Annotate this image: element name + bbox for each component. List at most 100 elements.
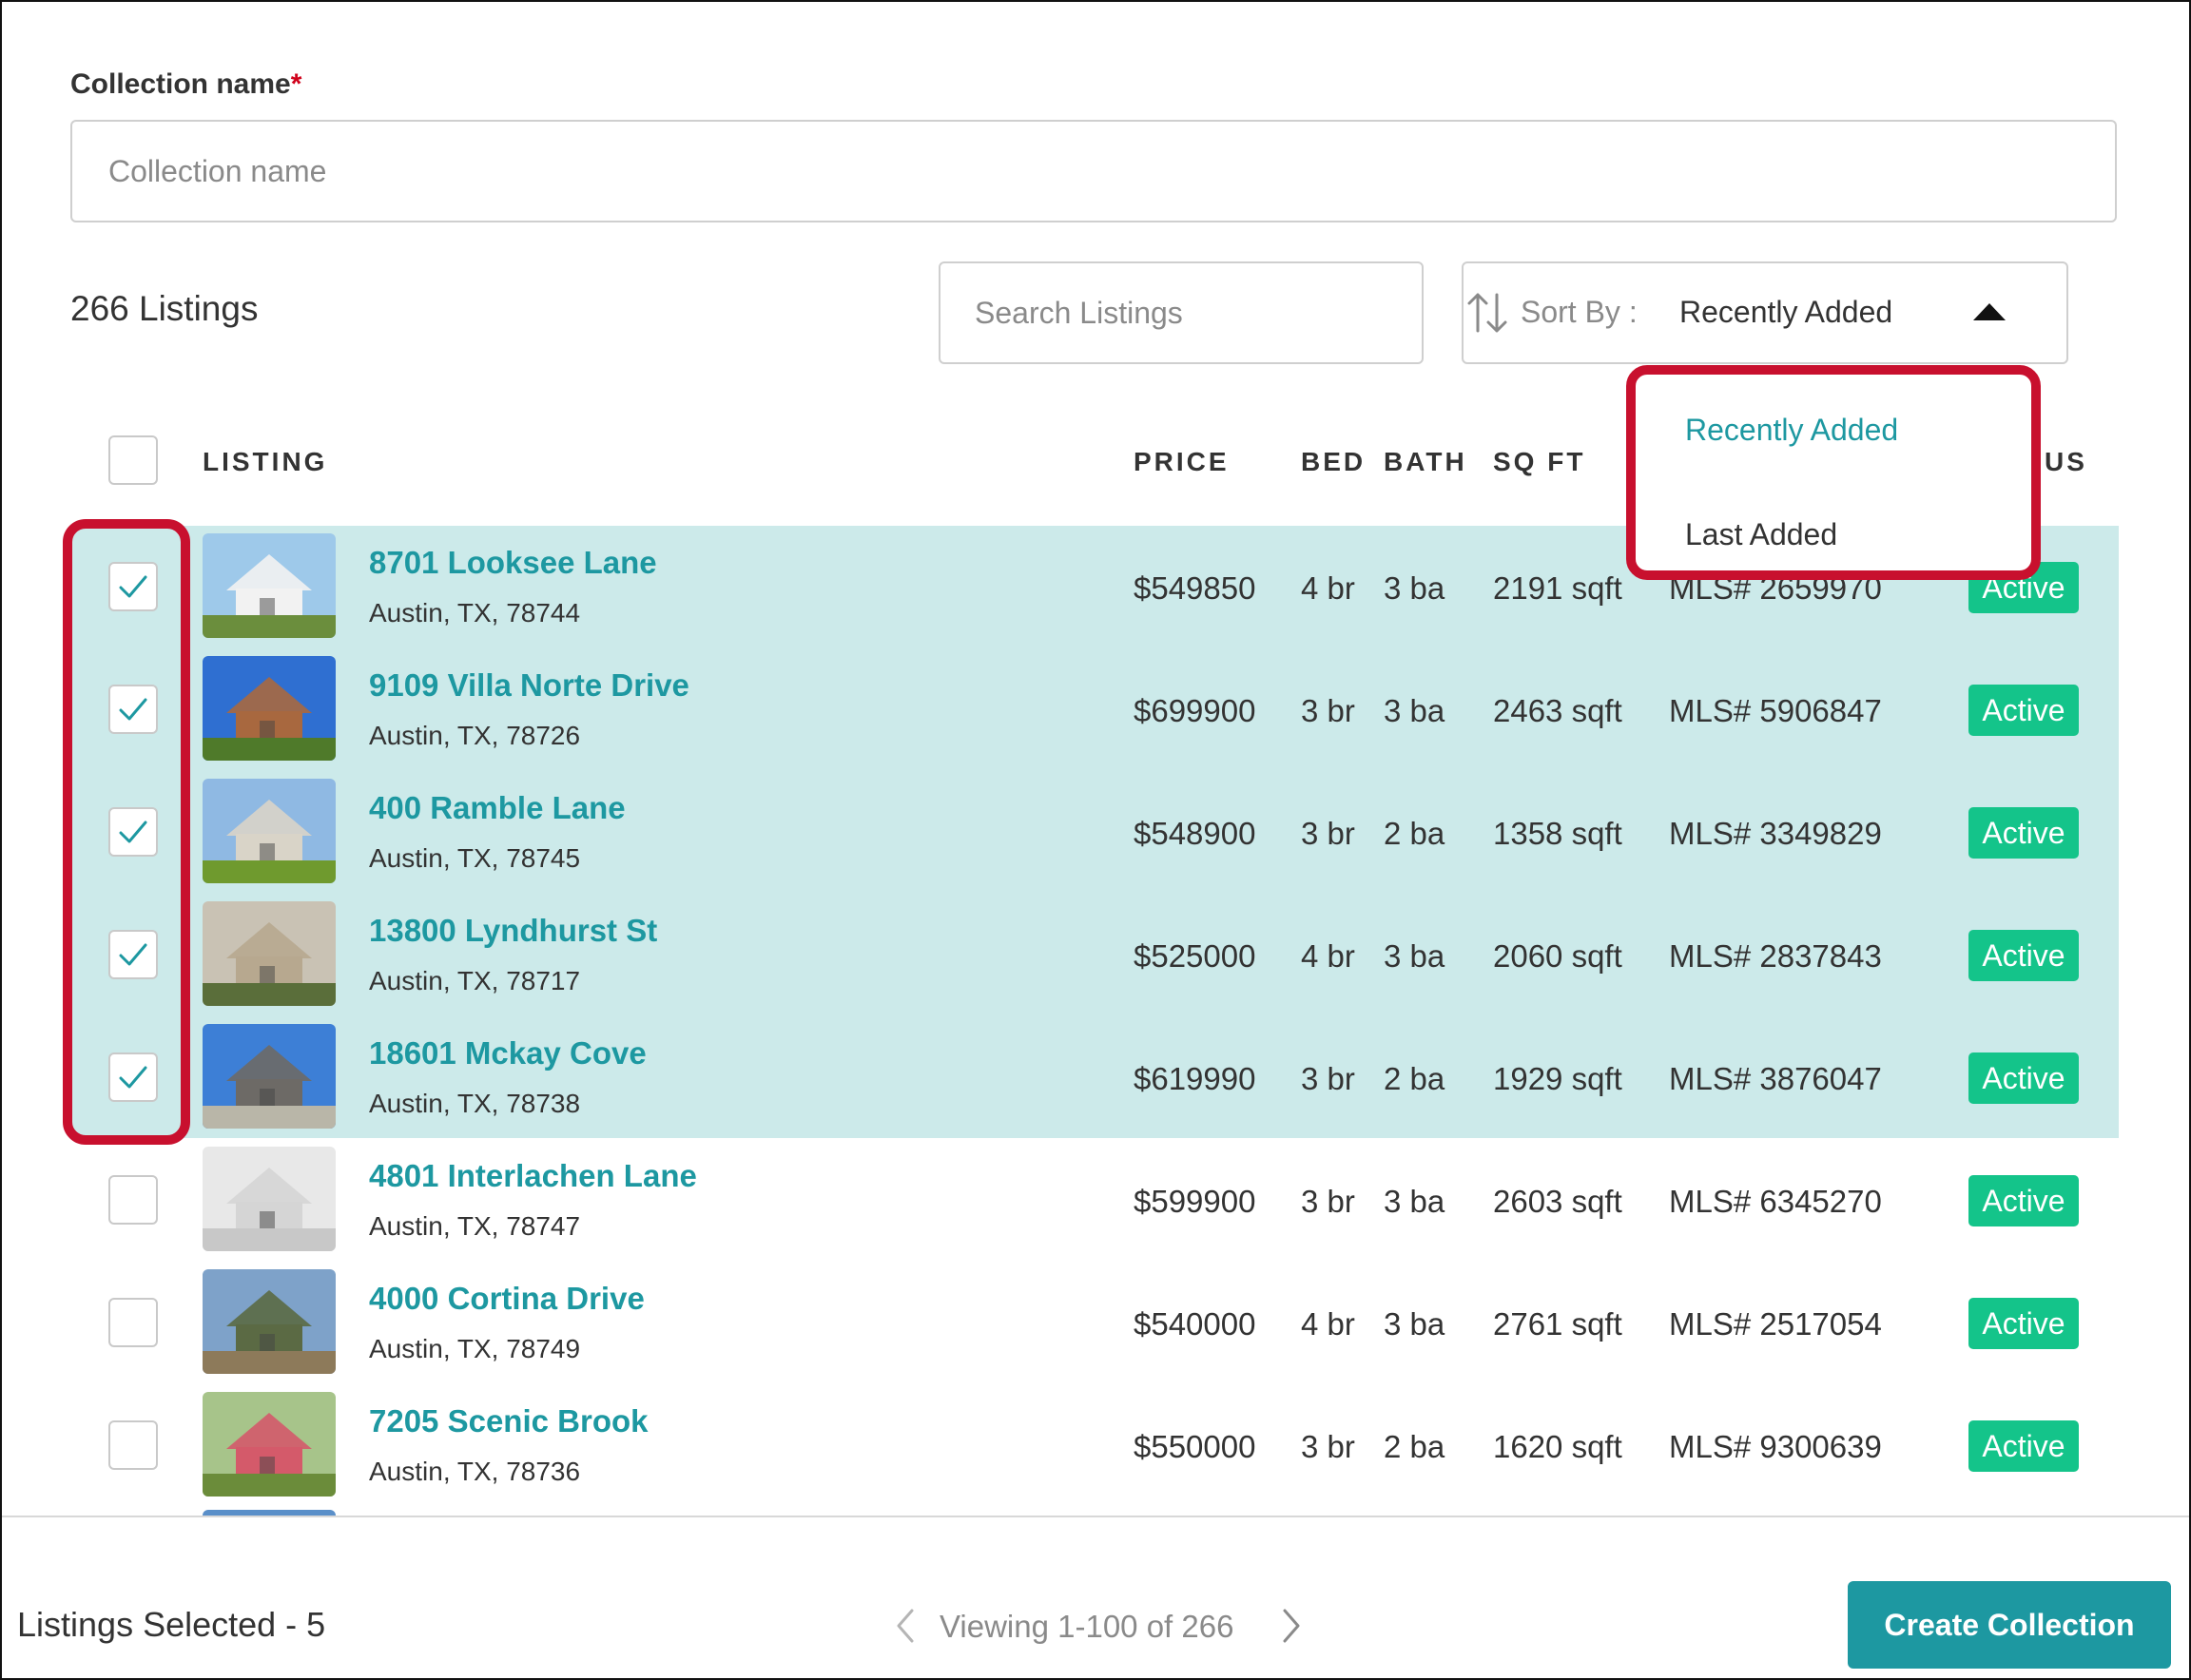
listing-thumbnail[interactable] xyxy=(203,1269,336,1374)
listing-baths: 3 ba xyxy=(1384,1184,1445,1219)
header-price: PRICE xyxy=(1134,447,1230,476)
listing-city: Austin, TX, 78749 xyxy=(369,1334,581,1363)
row-checkbox[interactable] xyxy=(108,1175,158,1225)
select-all-checkbox[interactable] xyxy=(108,435,158,485)
annotation-highlight-checkboxes xyxy=(63,519,190,1145)
pagination-status: Viewing 1-100 of 266 xyxy=(940,1609,1234,1644)
sort-arrows-icon xyxy=(1467,293,1507,333)
listing-price: $599900 xyxy=(1134,1184,1256,1219)
header-status: US xyxy=(2045,447,2087,476)
listing-sqft: 1620 sqft xyxy=(1493,1429,1622,1464)
caret-up-icon[interactable] xyxy=(1971,301,2007,322)
listing-beds: 3 br xyxy=(1301,1429,1355,1464)
listing-beds: 4 br xyxy=(1301,1306,1355,1342)
table-row[interactable]: 9109 Villa Norte Drive Austin, TX, 78726 $… xyxy=(0,648,2191,771)
listing-address-link[interactable]: 7205 Scenic Brook xyxy=(369,1403,649,1439)
listing-baths: 3 ba xyxy=(1384,570,1445,606)
listing-beds: 3 br xyxy=(1301,816,1355,851)
listing-baths: 2 ba xyxy=(1384,1061,1445,1096)
listing-city: Austin, TX, 78717 xyxy=(369,966,581,995)
collection-name-label: Collection name* xyxy=(70,68,302,100)
listing-sqft: 2761 sqft xyxy=(1493,1306,1622,1342)
table-row[interactable]: 400 Ramble Lane Austin, TX, 78745 $548900 3… xyxy=(0,771,2191,894)
header-bed: BED xyxy=(1301,447,1367,476)
listing-thumbnail[interactable] xyxy=(203,1024,336,1129)
row-checkbox[interactable] xyxy=(108,1298,158,1347)
listing-mls: MLS# 2837843 xyxy=(1669,938,1882,974)
listing-price: $525000 xyxy=(1134,938,1256,974)
sort-option-recently-added[interactable]: Recently Added xyxy=(1685,413,1898,448)
status-badge: Active xyxy=(1968,685,2079,736)
table-row[interactable]: 18601 Mckay Cove Austin, TX, 78738 $619990… xyxy=(0,1016,2191,1139)
listing-baths: 3 ba xyxy=(1384,1306,1445,1342)
listing-thumbnail[interactable] xyxy=(203,901,336,1006)
listing-beds: 3 br xyxy=(1301,693,1355,728)
listing-address-link[interactable]: 4801 Interlachen Lane xyxy=(369,1158,697,1194)
listing-thumbnail[interactable] xyxy=(203,656,336,761)
table-row[interactable]: 4801 Interlachen Lane Austin, TX, 78747 $5… xyxy=(0,1139,2191,1262)
listing-thumbnail[interactable] xyxy=(203,1147,336,1251)
listing-sqft: 1929 sqft xyxy=(1493,1061,1622,1096)
required-mark: * xyxy=(290,68,302,100)
listing-sqft: 1358 sqft xyxy=(1493,816,1622,851)
listings-count: 266 Listings xyxy=(70,289,259,328)
table-row[interactable]: 13800 Lyndhurst St Austin, TX, 78717 $5250… xyxy=(0,894,2191,1016)
listings-selected-count: Listings Selected - 5 xyxy=(17,1605,326,1644)
status-badge: Active xyxy=(1968,1298,2079,1349)
listing-city: Austin, TX, 78726 xyxy=(369,721,581,750)
listing-price: $550000 xyxy=(1134,1429,1256,1464)
listing-beds: 4 br xyxy=(1301,570,1355,606)
listing-address-link[interactable]: 4000 Cortina Drive xyxy=(369,1281,645,1317)
listing-mls: MLS# 2517054 xyxy=(1669,1306,1882,1342)
listing-thumbnail[interactable] xyxy=(203,533,336,638)
chevron-left-icon[interactable] xyxy=(896,1609,915,1643)
sort-options-menu: Recently Added Last Added xyxy=(1626,365,2041,580)
sort-option-last-added[interactable]: Last Added xyxy=(1685,517,1837,552)
listing-address-link[interactable]: 18601 Mckay Cove xyxy=(369,1035,647,1072)
sort-label: Sort By : xyxy=(1521,295,1638,329)
listing-address-link[interactable]: 400 Ramble Lane xyxy=(369,790,626,826)
listing-beds: 4 br xyxy=(1301,938,1355,974)
listing-city: Austin, TX, 78744 xyxy=(369,598,581,628)
listing-address-link[interactable]: 13800 Lyndhurst St xyxy=(369,913,657,949)
listing-thumbnail[interactable] xyxy=(203,779,336,883)
header-listing: LISTING xyxy=(203,447,328,476)
listing-address-link[interactable]: 9109 Villa Norte Drive xyxy=(369,667,689,704)
listing-price: $619990 xyxy=(1134,1061,1256,1096)
table-row[interactable]: 4000 Cortina Drive Austin, TX, 78749 $5400… xyxy=(0,1262,2191,1384)
status-badge: Active xyxy=(1968,930,2079,981)
listing-mls: MLS# 9300639 xyxy=(1669,1429,1882,1464)
listing-mls: MLS# 3349829 xyxy=(1669,816,1882,851)
search-listings-input[interactable] xyxy=(939,261,1424,364)
listing-beds: 3 br xyxy=(1301,1184,1355,1219)
header-sqft: SQ FT xyxy=(1493,447,1586,476)
sort-selected-value[interactable]: Recently Added xyxy=(1679,295,1892,330)
listing-city: Austin, TX, 78745 xyxy=(369,843,581,873)
header-bath: BATH xyxy=(1384,447,1467,476)
listing-baths: 3 ba xyxy=(1384,693,1445,728)
table-row[interactable]: 7205 Scenic Brook Austin, TX, 78736 $55000… xyxy=(0,1384,2191,1507)
chevron-right-icon[interactable] xyxy=(1282,1609,1301,1643)
status-badge: Active xyxy=(1968,807,2079,859)
listing-sqft: 2191 sqft xyxy=(1493,570,1622,606)
listing-mls: MLS# 6345270 xyxy=(1669,1184,1882,1219)
listing-beds: 3 br xyxy=(1301,1061,1355,1096)
listing-mls: MLS# 5906847 xyxy=(1669,693,1882,728)
listing-mls: MLS# 3876047 xyxy=(1669,1061,1882,1096)
listing-city: Austin, TX, 78736 xyxy=(369,1457,581,1486)
collection-name-input[interactable] xyxy=(70,120,2117,222)
listing-sqft: 2060 sqft xyxy=(1493,938,1622,974)
listing-thumbnail[interactable] xyxy=(203,1392,336,1497)
listing-address-link[interactable]: 8701 Looksee Lane xyxy=(369,545,657,581)
footer-divider xyxy=(2,1516,2189,1517)
listing-sqft: 2463 sqft xyxy=(1493,693,1622,728)
listing-city: Austin, TX, 78738 xyxy=(369,1089,581,1118)
listing-price: $548900 xyxy=(1134,816,1256,851)
status-badge: Active xyxy=(1968,1052,2079,1104)
create-collection-button[interactable]: Create Collection xyxy=(1848,1581,2171,1669)
row-checkbox[interactable] xyxy=(108,1420,158,1470)
listing-baths: 2 ba xyxy=(1384,1429,1445,1464)
listing-price: $549850 xyxy=(1134,570,1256,606)
listing-price: $540000 xyxy=(1134,1306,1256,1342)
listing-price: $699900 xyxy=(1134,693,1256,728)
